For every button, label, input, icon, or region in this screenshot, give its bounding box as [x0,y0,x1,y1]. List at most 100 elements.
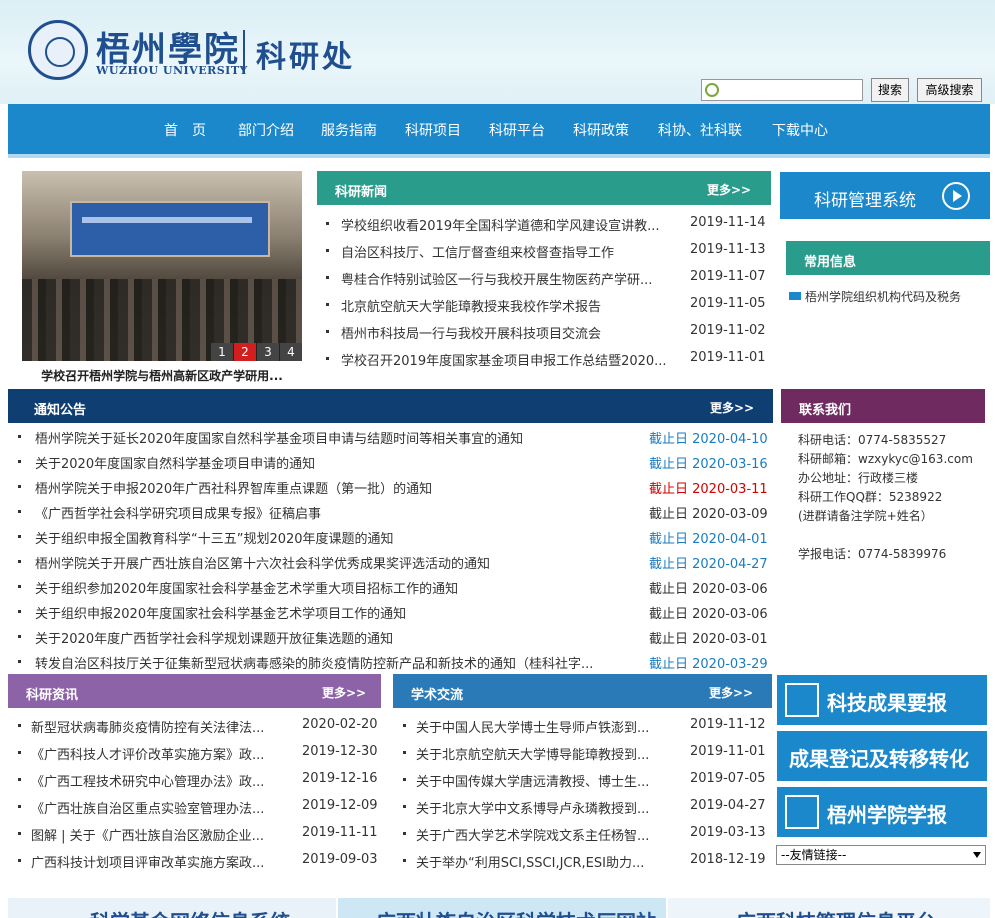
news-item[interactable]: 自治区科技厅、工信厅督查组来校督查指导工作 2019-11-13 [326,242,771,261]
nav-downloads[interactable]: 下载中心 [772,120,828,140]
info-item[interactable]: 广西科技计划项目评审改革实施方案政... 2019-09-03 [18,852,383,871]
notice-more-link[interactable]: 更多>> [710,399,754,416]
info-item-text[interactable]: 《广西科技人才评价改革实施方案》政... [31,744,281,763]
info-item-date: 2019-09-03 [302,852,378,867]
info-item[interactable]: 图解 | 关于《广西壮族自治区激励企业... 2019-11-11 [18,825,383,844]
slide-page-4[interactable]: 4 [280,343,302,361]
news-item[interactable]: 粤桂合作特别试验区一行与我校开展生物医药产学研... 2019-11-07 [326,269,771,288]
notice-item[interactable]: 《广西哲学社会科学研究项目成果专报》征稿启事 截止日 2020-03-09 [18,503,773,522]
common-info-item[interactable]: 梧州学院组织机构代码及税务 [789,288,989,306]
academic-item-text[interactable]: 关于中国人民大学博士生导师卢铁澎到... [416,717,661,736]
academic-header: 学术交流 更多>> [393,674,772,708]
slide-page-2[interactable]: 2 [234,343,256,361]
notice-item-text[interactable]: 关于2020年度国家自然科学基金项目申请的通知 [35,453,635,472]
nav-guide[interactable]: 服务指南 [321,120,377,140]
news-item-date: 2019-11-14 [690,215,766,230]
nav-policies[interactable]: 科研政策 [573,120,629,140]
notice-item[interactable]: 关于组织申报全国教育科学“十三五”规划2020年度课题的通知 截止日 2020-0… [18,528,773,547]
search-button[interactable]: 搜索 [871,78,909,102]
notice-item-deadline: 截止日 2020-03-29 [649,657,768,672]
news-more-link[interactable]: 更多>> [707,181,751,198]
academic-item-text[interactable]: 关于中国传媒大学唐远清教授、博士生... [416,771,661,790]
contact-journal-phone: 学报电话：0774-5839976 [798,547,947,561]
banner-science-fund[interactable]: 科学基金网络信息系统 [8,898,336,918]
news-item-text[interactable]: 学校组织收看2019年全国科学道德和学风建设宣讲教... [341,215,671,234]
news-item[interactable]: 学校组织收看2019年全国科学道德和学风建设宣讲教... 2019-11-14 [326,215,771,234]
notice-item-text[interactable]: 关于组织申报全国教育科学“十三五”规划2020年度课题的通知 [35,528,635,547]
notice-item-text[interactable]: 梧州学院关于申报2020年广西社科界智库重点课题（第一批）的通知 [35,478,635,497]
notice-item-text[interactable]: 《广西哲学社会科学研究项目成果专报》征稿启事 [35,503,635,522]
academic-item-text[interactable]: 关于北京大学中文系博导卢永璘教授到... [416,798,661,817]
news-item-text[interactable]: 自治区科技厅、工信厅督查组来校督查指导工作 [341,242,671,261]
academic-item[interactable]: 关于北京大学中文系博导卢永璘教授到... 2019-04-27 [403,798,771,817]
news-item-text[interactable]: 粤桂合作特别试验区一行与我校开展生物医药产学研... [341,269,671,288]
info-item-text[interactable]: 《广西壮族自治区重点实验室管理办法... [31,798,281,817]
news-item[interactable]: 学校召开2019年度国家基金项目申报工作总结暨2020... 2019-11-01 [326,350,771,369]
slide-page-1[interactable]: 1 [211,343,233,361]
research-management-system-button[interactable]: 科研管理系统 [780,172,990,219]
nav-projects[interactable]: 科研项目 [405,120,461,140]
academic-item-text[interactable]: 关于广西大学艺术学院戏文系主任杨智... [416,825,661,844]
academic-item[interactable]: 关于广西大学艺术学院戏文系主任杨智... 2019-03-13 [403,825,771,844]
info-item[interactable]: 《广西工程技术研究中心管理办法》政... 2019-12-16 [18,771,383,790]
achievement-registration-button[interactable]: 成果登记及转移转化 [777,731,987,781]
info-item-text[interactable]: 图解 | 关于《广西壮族自治区激励企业... [31,825,281,844]
notice-item[interactable]: 关于组织参加2020年度国家社会科学基金艺术学重大项目招标工作的通知 截止日 20… [18,578,773,597]
notice-item-text[interactable]: 关于2020年度广西哲学社会科学规划课题开放征集选题的通知 [35,628,635,647]
info-item-text[interactable]: 广西科技计划项目评审改革实施方案政... [31,852,281,871]
banner-guangxi-tech-platform-label: 广西科技管理信息平台 [736,906,936,918]
academic-item[interactable]: 关于举办“利用SCI,SSCI,JCR,ESI助力... 2018-12-19 [403,852,771,871]
news-item[interactable]: 北京航空航天大学能璋教授来我校作学术报告 2019-11-05 [326,296,771,315]
notice-item[interactable]: 梧州学院关于延长2020年度国家自然科学基金项目申请与结题时间等相关事宜的通知截… [18,428,773,447]
notice-item[interactable]: 转发自治区科技厅关于征集新型冠状病毒感染的肺炎疫情防控新产品和新技术的通知（桂科… [18,653,773,672]
notice-item-text[interactable]: 梧州学院关于延长2020年度国家自然科学基金项目申请与结题时间等相关事宜的通知 [35,428,635,447]
academic-more-link[interactable]: 更多>> [709,684,753,701]
university-journal-button[interactable]: 梧州学院学报 [777,787,987,837]
slideshow-image[interactable] [22,171,302,361]
tech-achievement-button[interactable]: 科技成果要报 [777,675,987,725]
academic-item[interactable]: 关于北京航空航天大学博导能璋教授到... 2019-11-01 [403,744,771,763]
academic-item[interactable]: 关于中国人民大学博士生导师卢铁澎到... 2019-11-12 [403,717,771,736]
info-item-text[interactable]: 《广西工程技术研究中心管理办法》政... [31,771,281,790]
slideshow-caption[interactable]: 学校召开梧州学院与梧州高新区政产学研用... [22,367,302,384]
banner-guangxi-tech-dept[interactable]: 广西壮族自治区科学技术厅网站 [338,898,666,918]
notice-item[interactable]: 梧州学院关于申报2020年广西社科界智库重点课题（第一批）的通知 截止日 2020… [18,478,773,497]
logo-english[interactable]: WUZHOU UNIVERSITY [96,64,248,77]
news-item[interactable]: 梧州市科技局一行与我校开展科技项目交流会 2019-11-02 [326,323,771,342]
notice-item-text[interactable]: 转发自治区科技厅关于征集新型冠状病毒感染的肺炎疫情防控新产品和新技术的通知（桂科… [35,653,635,672]
academic-item-text[interactable]: 关于举办“利用SCI,SSCI,JCR,ESI助力... [416,852,661,871]
slide-page-3[interactable]: 3 [257,343,279,361]
notice-item-text[interactable]: 梧州学院关于开展广西壮族自治区第十六次社会科学优秀成果奖评选活动的通知 [35,553,635,572]
notice-item[interactable]: 关于2020年度广西哲学社会科学规划课题开放征集选题的通知 截止日 2020-03… [18,628,773,647]
department-name: 科研处 [256,40,355,75]
news-item-date: 2019-11-05 [690,296,766,311]
news-item-text[interactable]: 梧州市科技局一行与我校开展科技项目交流会 [341,323,671,342]
banner-guangxi-tech-platform[interactable]: 广西科技管理信息平台 [668,898,990,918]
info-more-link[interactable]: 更多>> [322,684,366,701]
news-header: 科研新闻 更多>> [317,171,771,205]
info-item-text[interactable]: 新型冠状病毒肺炎疫情防控有关法律法... [31,717,281,736]
notice-item-text[interactable]: 关于组织参加2020年度国家社会科学基金艺术学重大项目招标工作的通知 [35,578,635,597]
friend-links-select[interactable]: --友情链接-- [776,845,986,865]
search-input[interactable] [722,80,860,100]
notice-item-text[interactable]: 关于组织申报2020年度国家社会科学基金艺术学项目工作的通知 [35,603,635,622]
common-info-text[interactable]: 梧州学院组织机构代码及税务 [805,288,989,305]
academic-item-date: 2019-11-12 [690,717,766,732]
info-item[interactable]: 《广西科技人才评价改革实施方案》政... 2019-12-30 [18,744,383,763]
academic-item-text[interactable]: 关于北京航空航天大学博导能璋教授到... [416,744,661,763]
info-item[interactable]: 新型冠状病毒肺炎疫情防控有关法律法... 2020-02-20 [18,717,383,736]
nav-platforms[interactable]: 科研平台 [489,120,545,140]
nav-association[interactable]: 科协、社科联 [658,120,742,140]
advanced-search-button[interactable]: 高级搜索 [917,78,982,102]
notice-item[interactable]: 梧州学院关于开展广西壮族自治区第十六次社会科学优秀成果奖评选活动的通知 截止日 2… [18,553,773,572]
academic-item[interactable]: 关于中国传媒大学唐远清教授、博士生... 2019-07-05 [403,771,771,790]
nav-home[interactable]: 首 页 [164,120,206,140]
info-item-date: 2019-11-11 [302,825,378,840]
notice-item[interactable]: 关于2020年度国家自然科学基金项目申请的通知 截止日 2020-03-16 [18,453,773,472]
nav-about[interactable]: 部门介绍 [238,120,294,140]
common-info-title: 常用信息 [804,255,857,270]
notice-item[interactable]: 关于组织申报2020年度国家社会科学基金艺术学项目工作的通知 截止日 2020-0… [18,603,773,622]
news-item-text[interactable]: 学校召开2019年度国家基金项目申报工作总结暨2020... [341,350,671,369]
info-item[interactable]: 《广西壮族自治区重点实验室管理办法... 2019-12-09 [18,798,383,817]
news-item-text[interactable]: 北京航空航天大学能璋教授来我校作学术报告 [341,296,671,315]
